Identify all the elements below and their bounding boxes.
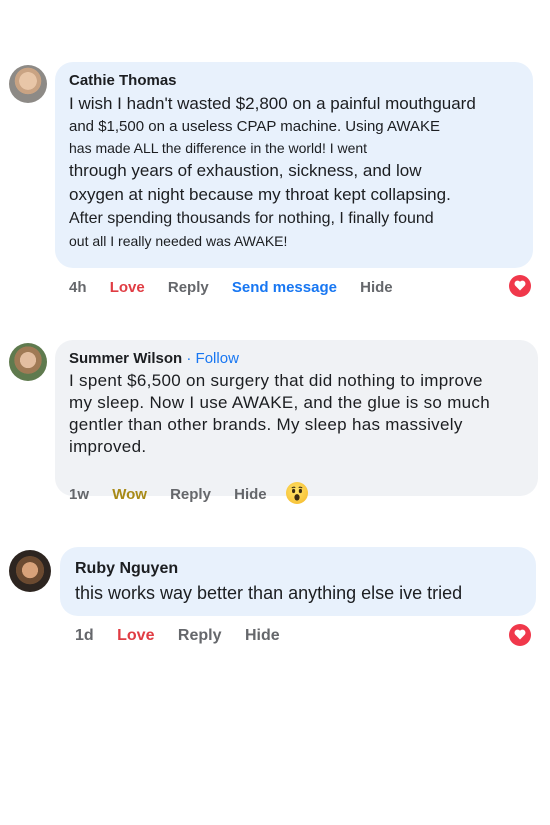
comment-text: I wish I hadn't wasted $2,800 on a painf…: [69, 92, 519, 251]
comment-ruby-nguyen: Ruby Nguyen this works way better than a…: [0, 530, 550, 660]
reply-button[interactable]: Reply: [168, 279, 209, 296]
timestamp[interactable]: 4h: [69, 279, 87, 296]
follow-link[interactable]: · Follow: [186, 350, 239, 367]
reply-button[interactable]: Reply: [170, 486, 211, 503]
wow-face-icon[interactable]: [286, 482, 308, 504]
reply-button[interactable]: Reply: [178, 627, 222, 644]
comment-line: out all I really needed was AWAKE!: [69, 233, 288, 249]
love-reaction-button[interactable]: Love: [110, 279, 145, 296]
commenter-name[interactable]: Cathie Thomas: [69, 72, 519, 89]
comment-line: my sleep. Now I use AWAKE, and the glue …: [69, 393, 490, 412]
comment-bubble: Ruby Nguyen this works way better than a…: [60, 547, 536, 616]
love-reaction-button[interactable]: Love: [117, 627, 154, 644]
comment-line: gentler than other brands. My sleep has …: [69, 415, 463, 434]
commenter-name-text[interactable]: Summer Wilson: [69, 350, 182, 367]
hide-button[interactable]: Hide: [234, 486, 267, 503]
comment-actions: 1d Love Reply Hide: [75, 627, 299, 645]
avatar[interactable]: [9, 65, 47, 103]
comment-text: this works way better than anything else…: [75, 581, 521, 605]
comment-bubble: Cathie Thomas I wish I hadn't wasted $2,…: [55, 62, 533, 268]
send-message-button[interactable]: Send message: [232, 279, 337, 296]
comment-line: improved.: [69, 437, 147, 456]
comment-summer-wilson: Summer Wilson · Follow I spent $6,500 on…: [0, 320, 550, 520]
commenter-name[interactable]: Ruby Nguyen: [75, 560, 521, 578]
comment-actions: 1w Wow Reply Hide: [69, 486, 286, 503]
comment-line: this works way better than anything else…: [75, 583, 463, 603]
timestamp[interactable]: 1w: [69, 486, 89, 503]
comment-line: and $1,500 on a useless CPAP machine. Us…: [69, 118, 441, 135]
wow-reaction-button[interactable]: Wow: [112, 486, 147, 503]
comment-line: After spending thousands for nothing, I …: [69, 210, 434, 227]
comment-line: through years of exhaustion, sickness, a…: [69, 161, 422, 180]
love-heart-icon[interactable]: [509, 275, 531, 297]
timestamp[interactable]: 1d: [75, 627, 94, 644]
comment-line: oxygen at night because my throat kept c…: [69, 185, 451, 204]
love-heart-icon[interactable]: [509, 624, 531, 646]
avatar[interactable]: [9, 343, 47, 381]
comment-actions: 4h Love Reply Send message Hide: [69, 279, 412, 296]
comment-text: I spent $6,500 on surgery that did nothi…: [69, 370, 524, 458]
comment-bubble: Summer Wilson · Follow I spent $6,500 on…: [55, 340, 538, 496]
comment-line: I wish I hadn't wasted $2,800 on a painf…: [69, 94, 476, 113]
comment-cathie-thomas: Cathie Thomas I wish I hadn't wasted $2,…: [0, 0, 550, 310]
avatar[interactable]: [9, 550, 51, 592]
comment-line: has made ALL the difference in the world…: [69, 140, 368, 156]
hide-button[interactable]: Hide: [245, 627, 280, 644]
commenter-name: Summer Wilson · Follow: [69, 350, 524, 367]
hide-button[interactable]: Hide: [360, 279, 393, 296]
comment-line: I spent $6,500 on surgery that did nothi…: [69, 371, 483, 390]
